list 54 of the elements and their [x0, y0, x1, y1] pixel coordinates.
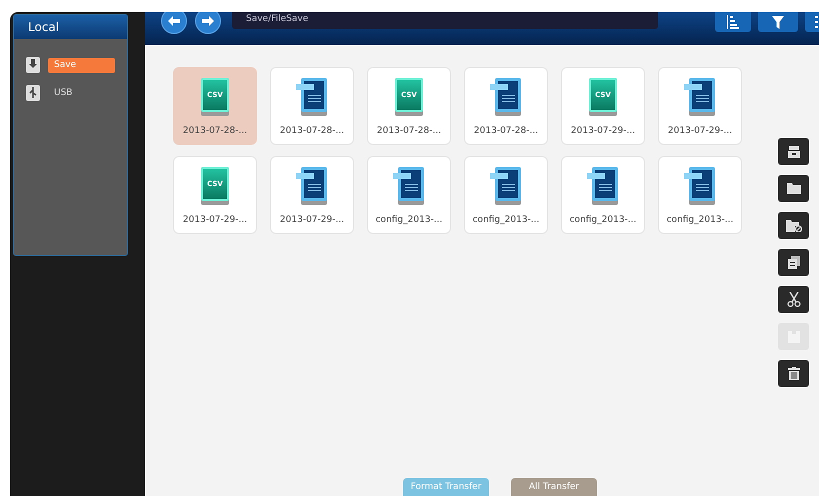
file-tile[interactable]: config_2013-... [464, 156, 548, 234]
cut-button[interactable] [778, 286, 809, 313]
file-name: config_2013-... [472, 214, 540, 227]
file-name: 2013-07-29-... [668, 125, 732, 138]
file-tile[interactable]: config_2013-... [561, 156, 645, 234]
folder-edit-button[interactable] [778, 212, 809, 239]
document-icon [296, 78, 328, 116]
back-button[interactable] [161, 12, 187, 34]
sort-button[interactable] [715, 12, 751, 32]
file-name: 2013-07-28-... [376, 125, 442, 138]
forward-button[interactable] [195, 12, 221, 34]
file-tile[interactable]: 2013-07-29-... [658, 67, 742, 145]
file-tile[interactable]: config_2013-... [367, 156, 451, 234]
filter-button[interactable] [758, 12, 798, 32]
file-tile[interactable]: 2013-07-29-... [270, 156, 354, 234]
file-name: 2013-07-29-... [570, 125, 636, 138]
document-icon [587, 167, 619, 205]
document-icon [684, 167, 716, 205]
folder-icon [786, 183, 800, 194]
sidebar-item[interactable]: USB [48, 86, 115, 100]
file-name: config_2013-... [376, 214, 442, 227]
copy-icon [788, 256, 800, 269]
right-arrow-icon [202, 16, 214, 26]
file-tile[interactable]: 2013-07-28-... [270, 67, 354, 145]
sort-icon [727, 15, 739, 29]
document-icon [296, 167, 328, 205]
trash-icon [788, 367, 800, 380]
document-icon [684, 78, 716, 116]
path-field[interactable]: Save/FileSave [232, 12, 658, 29]
left-arrow-icon [168, 16, 180, 26]
copy-button[interactable] [778, 249, 809, 276]
document-icon [490, 78, 522, 116]
document-icon [393, 167, 425, 205]
file-name: 2013-07-28-... [280, 125, 344, 138]
list-icon [815, 16, 818, 28]
file-name: 2013-07-28-... [474, 125, 538, 138]
archive-box-icon [788, 146, 800, 158]
delete-button[interactable] [778, 360, 809, 387]
file-name: 2013-07-29-... [182, 214, 248, 227]
folder-button[interactable] [778, 175, 809, 202]
file-tile[interactable]: config_2013-... [658, 156, 742, 234]
scissors-icon [786, 292, 800, 307]
file-name: config_2013-... [666, 214, 734, 227]
file-name: config_2013-... [570, 214, 636, 227]
document-icon [490, 167, 522, 205]
sidebar-title: Local [14, 15, 127, 39]
archive-button[interactable] [778, 138, 809, 165]
save-drive-icon [26, 57, 40, 73]
file-name: 2013-07-28-... [182, 125, 248, 138]
file-name: 2013-07-29-... [280, 214, 344, 227]
list-view-button[interactable] [805, 12, 819, 32]
usb-drive-icon [26, 85, 40, 101]
file-tile[interactable]: 2013-07-28-... [464, 67, 548, 145]
filter-icon [772, 16, 784, 28]
